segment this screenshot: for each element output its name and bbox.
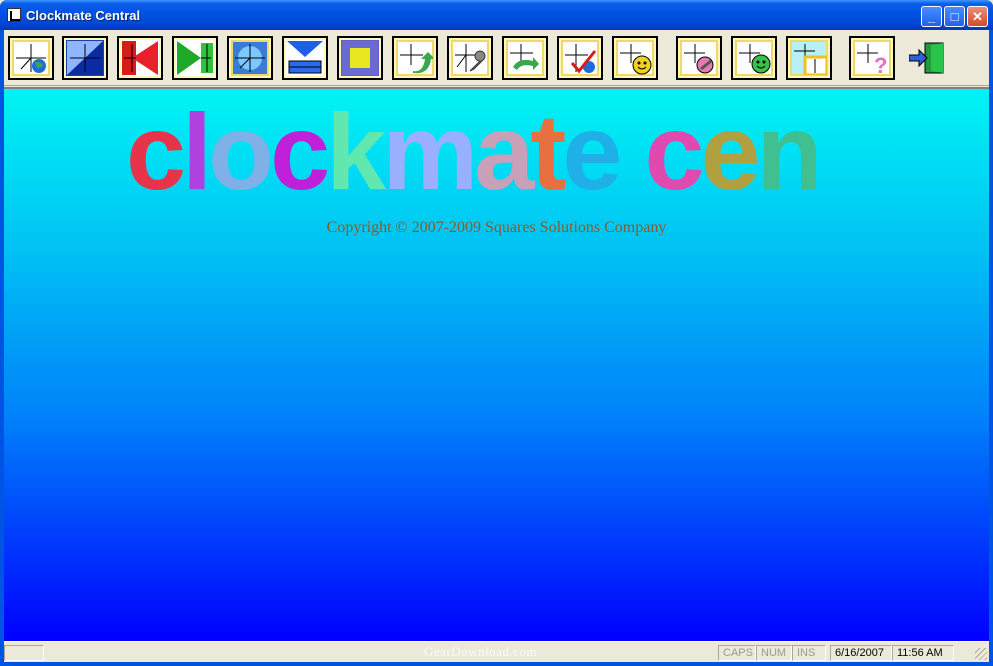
toolbar-button-green-arrow-right[interactable] <box>172 36 218 80</box>
clock-settings-icon <box>682 42 716 74</box>
toolbar-button-clock-settings[interactable] <box>676 36 722 80</box>
title-bar[interactable]: Clockmate Central _ □ ✕ <box>0 0 993 30</box>
ins-indicator: INS <box>792 645 826 661</box>
toolbar-button-clock-smiley[interactable] <box>612 36 658 80</box>
clock-check-icon <box>563 42 597 74</box>
clock-green-arrow-icon <box>398 42 433 74</box>
app-icon[interactable] <box>7 8 21 22</box>
toolbar-button-exit[interactable] <box>904 36 950 80</box>
toolbar-button-download-tray[interactable] <box>282 36 328 80</box>
status-bar: GearDownload.com CAPS NUM INS 6/16/2007 … <box>4 641 989 662</box>
clock-sync-icon <box>508 42 542 74</box>
status-panel-blank <box>4 645 44 661</box>
blue-triangle-icon <box>67 41 103 75</box>
toolbar-button-clock-help[interactable]: ? <box>849 36 895 80</box>
yellow-square-icon <box>342 41 378 75</box>
toolbar-button-red-arrow-left[interactable] <box>117 36 163 80</box>
toolbar-button-clock-sync[interactable] <box>502 36 548 80</box>
svg-text:?: ? <box>874 53 887 75</box>
toolbar-button-clock-window[interactable] <box>786 36 832 80</box>
toolbar-button-clock-blue-star[interactable] <box>227 36 273 80</box>
clock-blue-star-icon <box>233 42 267 74</box>
clock-green-smiley-icon <box>737 42 771 74</box>
toolbar-button-clock-wrench[interactable] <box>447 36 493 80</box>
status-date: 6/16/2007 <box>830 645 892 661</box>
toolbar-button-clock-green-arrow[interactable] <box>392 36 438 80</box>
toolbar-button-yellow-square[interactable] <box>337 36 383 80</box>
toolbar: ? <box>4 30 989 86</box>
copyright-text: Copyright © 2007-2009 Squares Solutions … <box>326 219 667 236</box>
main-canvas: clockmate central Copyright © 2007-2009 … <box>4 87 989 641</box>
logo-text: clockmate central <box>126 107 816 202</box>
toolbar-button-blue-triangle[interactable] <box>62 36 108 80</box>
maximize-button[interactable]: □ <box>944 6 965 27</box>
clock-help-icon: ? <box>855 42 889 75</box>
toolbar-button-clock-green-smiley[interactable] <box>731 36 777 80</box>
exit-door-icon <box>909 42 944 74</box>
num-indicator: NUM <box>756 645 792 661</box>
green-arrow-right-icon <box>177 41 213 75</box>
download-tray-icon <box>287 41 323 74</box>
watermark-text: GearDownload.com <box>424 644 538 659</box>
resize-grip[interactable] <box>975 648 987 660</box>
close-button[interactable]: ✕ <box>967 6 988 27</box>
toolbar-button-clock-check[interactable] <box>557 36 603 80</box>
application-window: Clockmate Central _ □ ✕ ? clockmate cen … <box>0 0 993 666</box>
clock-smiley-icon <box>618 42 652 75</box>
clock-window-icon <box>792 42 827 75</box>
clockmate-central-logo: clockmate central <box>126 107 816 202</box>
clock-wrench-icon <box>453 42 487 74</box>
red-arrow-left-icon <box>122 41 158 75</box>
window-title: Clockmate Central <box>26 8 141 23</box>
toolbar-button-clock-globe[interactable] <box>8 36 54 80</box>
minimize-button[interactable]: _ <box>921 6 942 27</box>
caps-indicator: CAPS <box>718 645 756 661</box>
clock-globe-icon <box>14 42 48 74</box>
status-time: 11:56 AM <box>892 645 954 661</box>
client-area: ? clockmate central Copyright © 2007-200… <box>4 30 989 662</box>
